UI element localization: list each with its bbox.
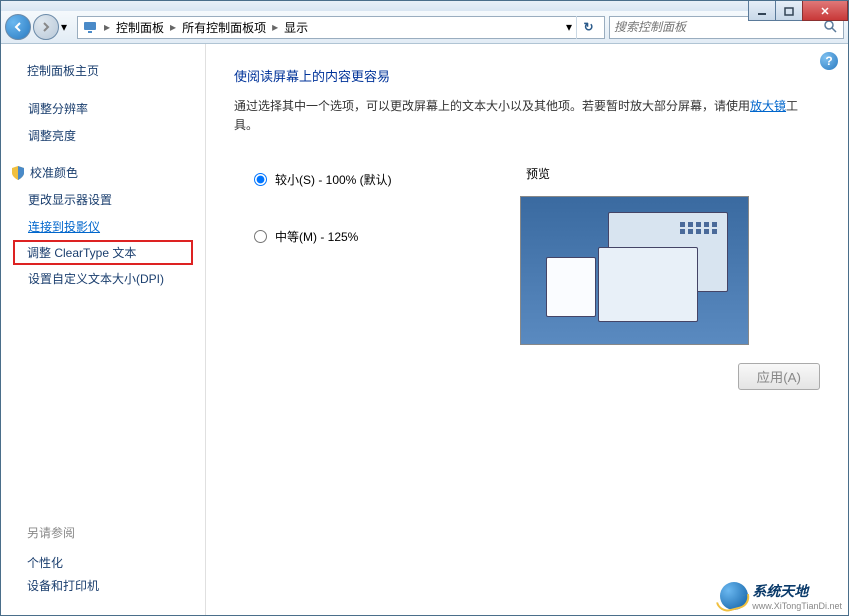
titlebar — [1, 1, 848, 11]
body: 控制面板主页 调整分辨率 调整亮度 校准颜色 更改显示器设置 连接到投影仪 调整… — [1, 44, 848, 615]
close-button[interactable] — [802, 1, 848, 21]
desc-text: 通过选择其中一个选项，可以更改屏幕上的文本大小以及其他项。若要暂时放大部分屏幕，… — [234, 99, 750, 113]
scaling-options: 较小(S) - 100% (默认) 中等(M) - 125% — [234, 165, 520, 279]
breadcrumb-control-panel[interactable]: 控制面板 — [112, 19, 168, 36]
nav-forward-button[interactable] — [33, 14, 59, 40]
minimize-button[interactable] — [748, 1, 776, 21]
radio-smaller[interactable]: 较小(S) - 100% (默认) — [234, 165, 520, 194]
address-bar[interactable]: ▸ 控制面板 ▸ 所有控制面板项 ▸ 显示 ▾ ↻ — [77, 16, 605, 39]
address-dropdown[interactable]: ▾ — [562, 20, 576, 34]
window-controls — [749, 1, 848, 21]
nav-history-dropdown[interactable]: ▾ — [61, 20, 73, 34]
help-button[interactable]: ? — [820, 52, 838, 70]
sidebar-title[interactable]: 控制面板主页 — [13, 62, 193, 79]
see-also-devices-printers[interactable]: 设备和打印机 — [27, 574, 99, 597]
main-panel: ? 使阅读屏幕上的内容更容易 通过选择其中一个选项，可以更改屏幕上的文本大小以及… — [206, 44, 848, 615]
magnifier-link[interactable]: 放大镜 — [750, 99, 786, 113]
sidebar-item-cleartype[interactable]: 调整 ClearType 文本 — [13, 240, 193, 265]
radio-label: 中等(M) - 125% — [275, 228, 358, 245]
page-description: 通过选择其中一个选项，可以更改屏幕上的文本大小以及其他项。若要暂时放大部分屏幕，… — [234, 97, 820, 135]
see-also-title: 另请参阅 — [27, 524, 99, 541]
options-row: 较小(S) - 100% (默认) 中等(M) - 125% 预览 — [234, 165, 820, 390]
radio-medium[interactable]: 中等(M) - 125% — [234, 222, 520, 251]
preview-column: 预览 应用(A) — [520, 165, 820, 390]
search-icon[interactable] — [823, 19, 839, 36]
radio-label: 较小(S) - 100% (默认) — [275, 171, 392, 188]
sidebar-item-custom-dpi[interactable]: 设置自定义文本大小(DPI) — [13, 265, 193, 292]
apply-button[interactable]: 应用(A) — [738, 363, 820, 390]
display-icon — [82, 19, 98, 35]
control-panel-window: ▾ ▸ 控制面板 ▸ 所有控制面板项 ▸ 显示 ▾ ↻ 控制面板主页 调整分辨率… — [0, 0, 849, 616]
sidebar-item-resolution[interactable]: 调整分辨率 — [13, 95, 193, 122]
sidebar-see-also: 另请参阅 个性化 设备和打印机 — [27, 524, 99, 597]
sidebar-item-label: 校准颜色 — [30, 164, 78, 181]
shield-icon — [10, 165, 26, 181]
navbar: ▾ ▸ 控制面板 ▸ 所有控制面板项 ▸ 显示 ▾ ↻ — [1, 11, 848, 44]
sidebar-item-calibrate-color[interactable]: 校准颜色 — [13, 159, 193, 186]
sidebar: 控制面板主页 调整分辨率 调整亮度 校准颜色 更改显示器设置 连接到投影仪 调整… — [1, 44, 206, 615]
maximize-button[interactable] — [775, 1, 803, 21]
page-title: 使阅读屏幕上的内容更容易 — [234, 66, 820, 85]
nav-back-button[interactable] — [5, 14, 31, 40]
breadcrumb-all-items[interactable]: 所有控制面板项 — [178, 19, 270, 36]
search-input[interactable] — [614, 20, 823, 34]
radio-medium-input[interactable] — [254, 230, 267, 243]
refresh-button[interactable]: ↻ — [576, 16, 600, 39]
preview-label: 预览 — [520, 165, 820, 182]
watermark-icon — [720, 582, 748, 610]
radio-smaller-input[interactable] — [254, 173, 267, 186]
breadcrumb-display[interactable]: 显示 — [280, 19, 312, 36]
see-also-personalization[interactable]: 个性化 — [27, 551, 99, 574]
sidebar-item-projector[interactable]: 连接到投影仪 — [13, 213, 193, 240]
preview-image — [520, 196, 749, 345]
sidebar-item-display-settings[interactable]: 更改显示器设置 — [13, 186, 193, 213]
sidebar-item-brightness[interactable]: 调整亮度 — [13, 122, 193, 149]
watermark-text: 系统天地 — [752, 581, 842, 601]
watermark: 系统天地 www.XiTongTianDi.net — [720, 581, 842, 611]
watermark-url: www.XiTongTianDi.net — [752, 601, 842, 611]
